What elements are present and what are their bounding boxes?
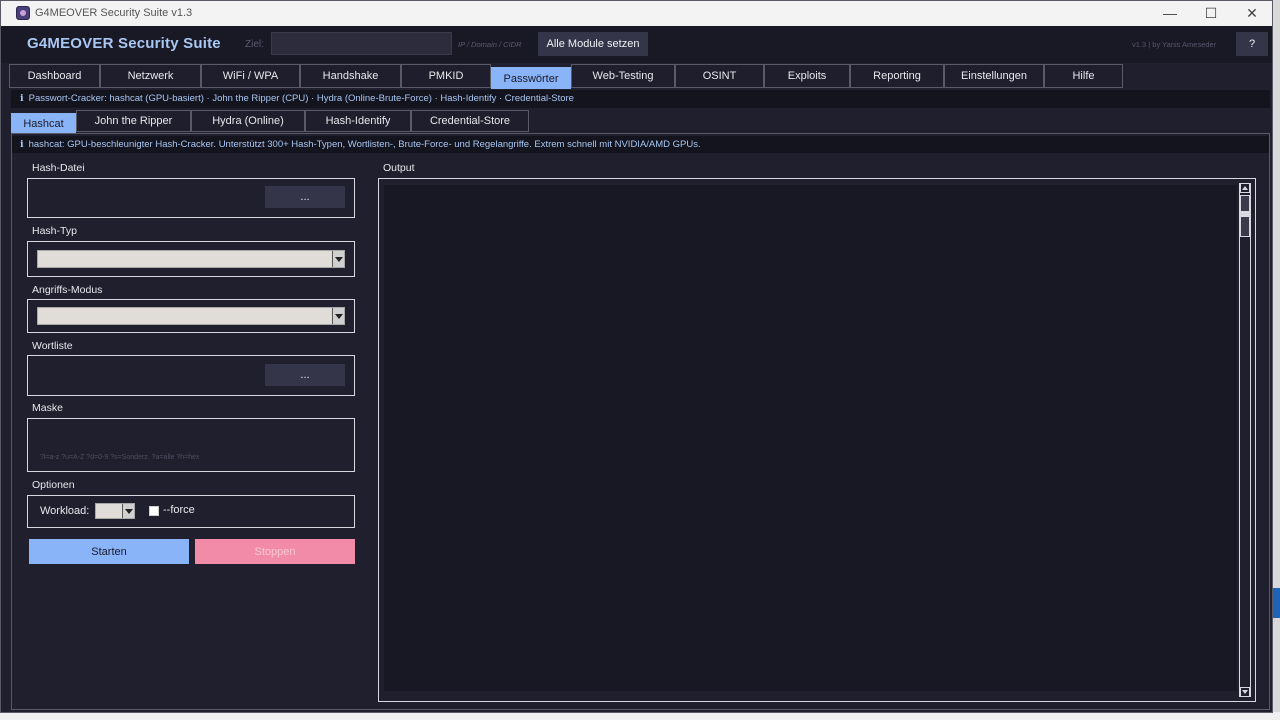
close-button[interactable]: ✕ — [1232, 3, 1272, 23]
hash-file-label: Hash-Datei — [32, 162, 85, 174]
mask-placeholder: ?l=a-z ?u=A-Z ?d=0-9 ?s=Sonderz. ?a=alle… — [40, 454, 200, 461]
chevron-down-icon[interactable] — [332, 251, 344, 267]
hash-type-label: Hash-Typ — [32, 225, 77, 237]
tab-web-testing[interactable]: Web-Testing — [571, 64, 675, 88]
hash-type-select[interactable] — [37, 250, 345, 268]
hashcat-info-strip: i hashcat: GPU-beschleunigter Hash-Cracke… — [12, 136, 1269, 153]
set-all-modules-button[interactable]: Alle Module setzen — [538, 32, 648, 56]
tab-passwoerter[interactable]: Passwörter — [491, 67, 571, 89]
output-textarea[interactable] — [384, 185, 1237, 691]
help-button[interactable]: ? — [1236, 32, 1268, 56]
force-checkbox[interactable] — [149, 506, 159, 516]
module-info-strip: i Passwort-Cracker: hashcat (GPU-basiert)… — [11, 90, 1270, 108]
stop-button[interactable]: Stoppen — [195, 539, 355, 564]
mask-label: Maske — [32, 402, 63, 414]
info-icon: i — [20, 139, 24, 150]
tab-wifi-wpa[interactable]: WiFi / WPA — [201, 64, 300, 88]
wordlist-field[interactable] — [32, 364, 260, 386]
output-scrollbar[interactable] — [1239, 183, 1251, 697]
target-input[interactable] — [271, 32, 452, 55]
module-info-text: Passwort-Cracker: hashcat (GPU-basiert) … — [28, 93, 574, 104]
scroll-up-icon[interactable] — [1240, 183, 1250, 193]
app-window: G4MEOVER Security Suite v1.3 — ☐ ✕ G4MEO… — [0, 0, 1273, 713]
wordlist-browse-button[interactable]: ... — [265, 364, 345, 386]
hashcat-info-text: hashcat: GPU-beschleunigter Hash-Cracker… — [28, 139, 701, 150]
brand-title: G4MEOVER Security Suite — [27, 35, 221, 52]
attack-mode-group — [27, 299, 355, 333]
workload-label: Workload: — [40, 505, 90, 517]
minimize-button[interactable]: — — [1150, 3, 1190, 23]
hash-file-browse-button[interactable]: ... — [265, 186, 345, 208]
start-button[interactable]: Starten — [29, 539, 189, 564]
tab-dashboard[interactable]: Dashboard — [9, 64, 100, 88]
subtab-hydra[interactable]: Hydra (Online) — [191, 110, 305, 132]
hash-file-group: ... — [27, 178, 355, 218]
tab-netzwerk[interactable]: Netzwerk — [100, 64, 201, 88]
tab-pmkid[interactable]: PMKID — [401, 64, 491, 88]
app-icon — [16, 6, 30, 20]
output-label: Output — [383, 162, 415, 174]
subtab-hashcat[interactable]: Hashcat — [11, 113, 76, 133]
window-title: G4MEOVER Security Suite v1.3 — [35, 7, 193, 19]
tab-hilfe[interactable]: Hilfe — [1044, 64, 1123, 88]
hash-file-field[interactable] — [32, 187, 260, 209]
info-icon: i — [20, 93, 24, 104]
background-window-edge — [1273, 588, 1280, 618]
wordlist-label: Wortliste — [32, 340, 73, 352]
wordlist-group: ... — [27, 355, 355, 396]
options-group: Workload: --force — [27, 495, 355, 528]
chevron-down-icon[interactable] — [332, 308, 344, 324]
tab-handshake[interactable]: Handshake — [300, 64, 401, 88]
tab-osint[interactable]: OSINT — [675, 64, 764, 88]
tab-einstellungen[interactable]: Einstellungen — [944, 64, 1044, 88]
app-header: G4MEOVER Security Suite Ziel: IP / Domai… — [1, 26, 1272, 63]
scroll-thumb[interactable] — [1240, 195, 1250, 237]
scroll-down-icon[interactable] — [1240, 687, 1250, 697]
hashcat-panel: i hashcat: GPU-beschleunigter Hash-Cracke… — [11, 133, 1270, 710]
hash-type-group — [27, 241, 355, 277]
window-titlebar[interactable]: G4MEOVER Security Suite v1.3 — ☐ ✕ — [1, 1, 1272, 26]
chevron-down-icon[interactable] — [122, 504, 134, 518]
target-label: Ziel: — [245, 39, 264, 50]
tab-exploits[interactable]: Exploits — [764, 64, 850, 88]
maximize-button[interactable]: ☐ — [1191, 3, 1231, 23]
desktop-background — [0, 712, 1280, 720]
subtab-credential-store[interactable]: Credential-Store — [411, 110, 529, 132]
output-panel — [378, 178, 1256, 702]
attack-mode-label: Angriffs-Modus — [32, 284, 103, 296]
target-hint: IP / Domain / CIDR — [458, 40, 522, 49]
subtab-john-the-ripper[interactable]: John the Ripper — [76, 110, 191, 132]
subtab-hash-identify[interactable]: Hash-Identify — [305, 110, 411, 132]
attack-mode-select[interactable] — [37, 307, 345, 325]
tab-reporting[interactable]: Reporting — [850, 64, 944, 88]
options-label: Optionen — [32, 479, 75, 491]
version-label: v1.3 | by Yanis Ameseder — [1132, 40, 1217, 49]
workload-select[interactable] — [95, 503, 135, 519]
mask-input[interactable]: ?l=a-z ?u=A-Z ?d=0-9 ?s=Sonderz. ?a=alle… — [27, 418, 355, 472]
force-label[interactable]: --force — [163, 504, 195, 516]
